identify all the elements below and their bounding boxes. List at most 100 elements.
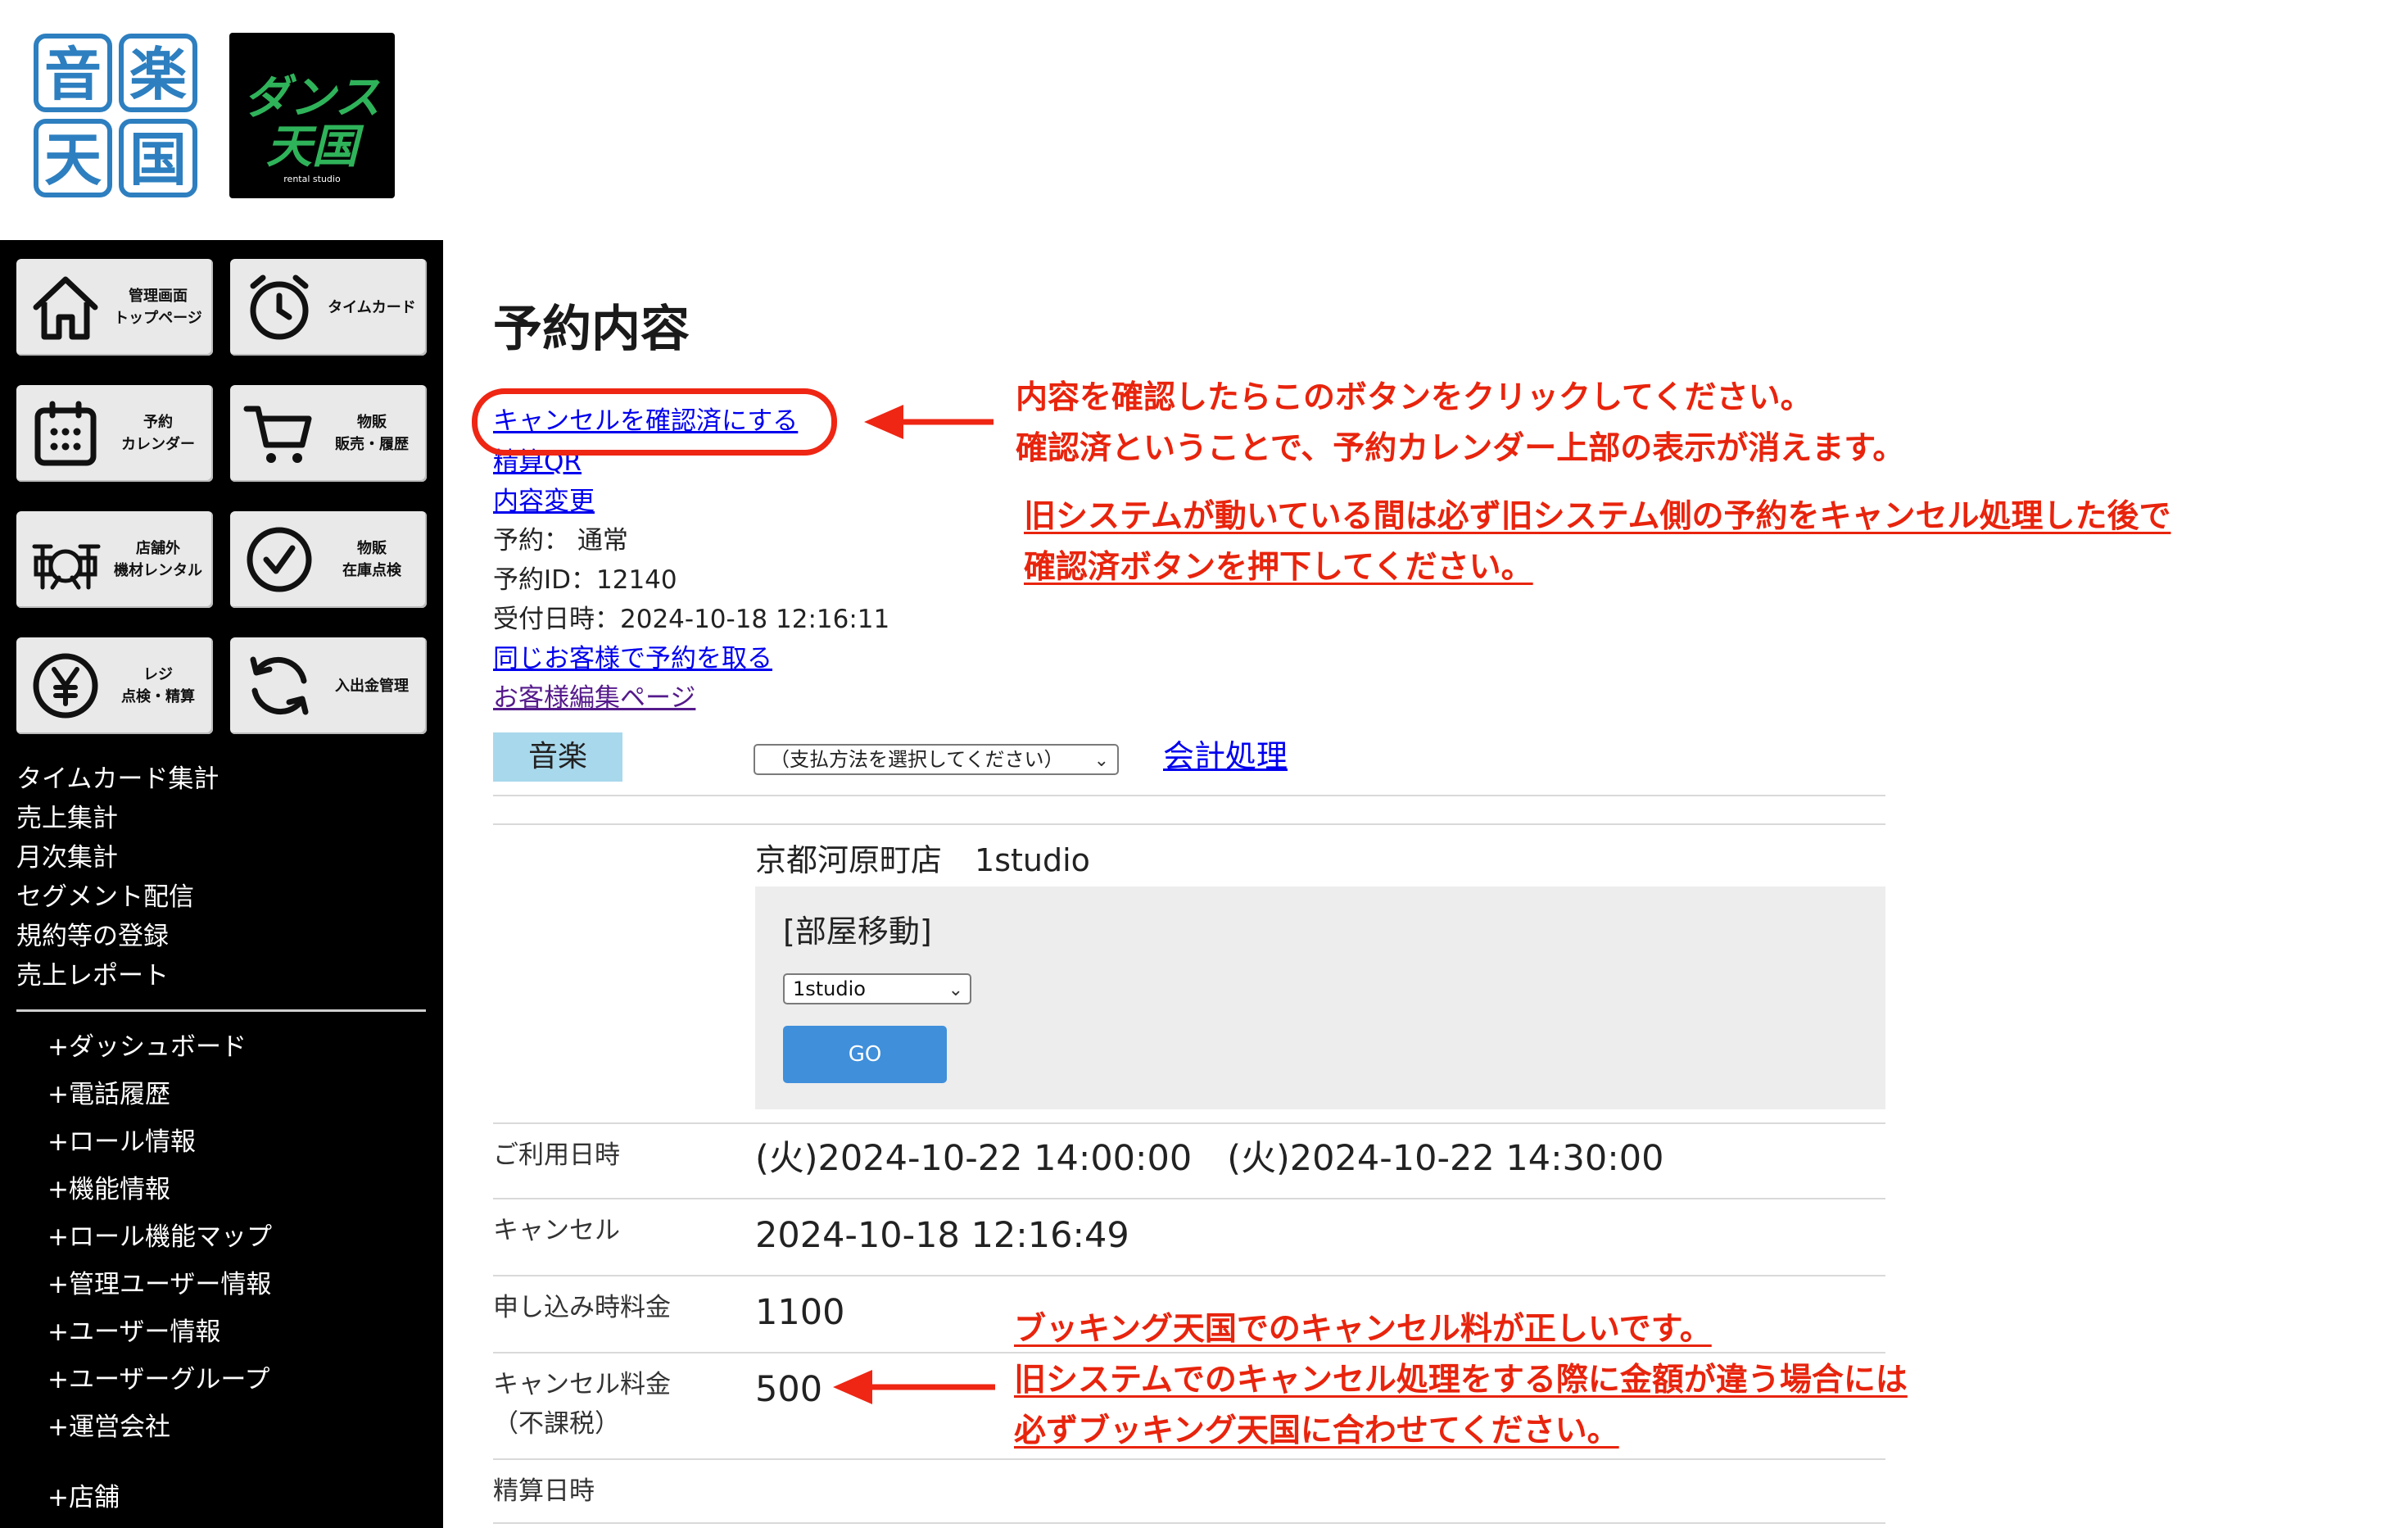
- tile-label: 予約 カレンダー: [121, 414, 195, 453]
- room-select[interactable]: 1studio ⌄: [783, 973, 971, 1004]
- sidebar-item-dashboard[interactable]: +ダッシュボード: [48, 1023, 247, 1071]
- arrow-left-icon: [864, 405, 994, 439]
- check-circle-icon: [247, 527, 312, 592]
- studio-name: 1studio: [975, 842, 1090, 878]
- logo-char: 音: [44, 41, 102, 108]
- divider: [493, 1458, 1885, 1460]
- divider: [493, 1522, 1885, 1524]
- settlement-datetime-label: 精算日時: [493, 1476, 595, 1506]
- tile-label: 店舗外 機材レンタル: [114, 540, 202, 579]
- cancel-fee-tax-note: （不課税）: [493, 1409, 620, 1439]
- highlight-ring: [472, 388, 837, 456]
- reservation-type: 予約： 通常: [493, 526, 628, 555]
- sidebar-tile-register[interactable]: レジ 点検・精算: [16, 637, 213, 734]
- accounting-link[interactable]: 会計処理: [1163, 736, 1288, 777]
- sidebar-tile-reservation-calendar[interactable]: 予約 カレンダー: [16, 385, 213, 482]
- store-studio-line: 京都河原町店 1studio: [755, 840, 1090, 881]
- tile-label: 物販 販売・履歴: [335, 414, 409, 453]
- sidebar-link-terms-registration[interactable]: 規約等の登録: [16, 917, 169, 956]
- sidebar-link-segment-delivery[interactable]: セグメント配信: [16, 877, 194, 917]
- sidebar-tile-timecard[interactable]: タイムカード: [230, 259, 427, 356]
- sidebar-item-user-group[interactable]: +ユーザーグループ: [48, 1356, 270, 1403]
- logo-char: 天: [44, 126, 102, 193]
- sidebar-item-admin-user-info[interactable]: +管理ユーザー情報: [48, 1261, 271, 1308]
- annotation-line: 確認済ボタンを押下してください。: [1024, 549, 1533, 586]
- sidebar-item-user-info[interactable]: +ユーザー情報: [48, 1308, 220, 1356]
- sidebar-item-function-info[interactable]: +機能情報: [48, 1166, 170, 1213]
- room-select-value: 1studio: [793, 977, 866, 1000]
- reservation-id: 予約ID：12140: [493, 565, 677, 595]
- annotation-line: ブッキング天国でのキャンセル料が正しいです。: [1014, 1311, 1712, 1348]
- logo-char: 国: [129, 126, 187, 193]
- sidebar-tile-stock-check[interactable]: 物販 在庫点検: [230, 511, 427, 608]
- logo-tagline: rental studio: [283, 174, 341, 184]
- sidebar-link-sales-report[interactable]: 売上レポート: [16, 956, 169, 995]
- store-name: 京都河原町店: [755, 842, 943, 878]
- logo-char: 楽: [129, 41, 187, 108]
- arrow-left-icon: [833, 1370, 995, 1404]
- annotation-note-3: ブッキング天国でのキャンセル料が正しいです。 旧システムでのキャンセル処理をする…: [1014, 1304, 1908, 1457]
- go-button[interactable]: GO: [783, 1026, 947, 1083]
- yen-icon: [33, 653, 98, 719]
- same-customer-reserve-link[interactable]: 同じお客様で予約を取る: [493, 642, 772, 675]
- annotation-note-1: 内容を確認したらこのボタンをクリックしてください。 確認済ということで、予約カレ…: [1016, 373, 1904, 474]
- sidebar-item-role-function-map[interactable]: +ロール機能マップ: [48, 1213, 272, 1261]
- sidebar-link-sales-summary[interactable]: 売上集計: [16, 799, 118, 838]
- divider: [493, 795, 1885, 796]
- sidebar-item-store[interactable]: +店舗: [48, 1474, 120, 1521]
- sidebar-item-operating-company[interactable]: +運営会社: [48, 1403, 170, 1451]
- divider: [493, 1275, 1885, 1276]
- cancel-fee-label: キャンセル料金: [493, 1370, 671, 1399]
- edit-content-link[interactable]: 内容変更: [493, 485, 595, 518]
- tile-label: 管理画面 トップページ: [114, 288, 202, 327]
- calendar-icon: [34, 401, 97, 466]
- customer-edit-link[interactable]: お客様編集ページ: [493, 682, 695, 714]
- sidebar-divider: [16, 1009, 426, 1012]
- page-title: 予約内容: [493, 301, 690, 358]
- annotation-line: 内容を確認したらこのボタンをクリックしてください。: [1016, 379, 1813, 416]
- clock-icon: [250, 274, 309, 340]
- usage-datetime-label: ご利用日時: [493, 1140, 620, 1170]
- usage-datetime-value: (火)2024-10-22 14:00:00 (火)2024-10-22 14:…: [755, 1138, 1664, 1179]
- annotation-note-2: 旧システムが動いている間は必ず旧システム側の予約をキャンセル処理した後で 確認済…: [1024, 492, 2171, 593]
- refresh-icon: [250, 656, 309, 715]
- sidebar-item-role-info[interactable]: +ロール情報: [48, 1118, 196, 1166]
- tile-label: 物販 在庫点検: [342, 540, 401, 579]
- cancel-value: 2024-10-18 12:16:49: [755, 1215, 1129, 1256]
- room-move-title: [部屋移動]: [783, 914, 932, 950]
- sidebar-link-monthly-summary[interactable]: 月次集計: [16, 838, 118, 877]
- room-move-panel: [部屋移動] 1studio ⌄ GO: [755, 886, 1885, 1109]
- annotation-line: 必ずブッキング天国に合わせてください。: [1014, 1412, 1619, 1449]
- sidebar-tile-admin-top[interactable]: 管理画面 トップページ: [16, 259, 213, 356]
- sidebar-item-call-history[interactable]: +電話履歴: [48, 1071, 170, 1118]
- divider: [493, 1198, 1885, 1199]
- logo-text: 天国: [266, 120, 364, 174]
- divider: [493, 823, 1885, 825]
- sidebar-tile-goods-sales[interactable]: 物販 販売・履歴: [230, 385, 427, 482]
- annotation-line: 旧システムが動いている間は必ず旧システム側の予約をキャンセル処理した後で: [1024, 498, 2171, 535]
- home-icon: [33, 276, 98, 340]
- tile-label: レジ 点検・精算: [121, 666, 195, 705]
- divider: [493, 1122, 1885, 1124]
- application-fee-label: 申し込み時料金: [493, 1293, 671, 1322]
- chevron-down-icon: ⌄: [948, 980, 963, 1000]
- received-at: 受付日時：2024-10-18 12:16:11: [493, 605, 890, 634]
- sidebar: 管理画面 トップページ タイムカード 予約 カレンダー 物販 販売・履歴 店舗外…: [0, 240, 443, 1528]
- cancel-label: キャンセル: [493, 1216, 620, 1245]
- sidebar-link-timecard-summary[interactable]: タイムカード集計: [16, 759, 219, 799]
- drums-icon: [32, 544, 101, 590]
- sidebar-tile-equipment-rental[interactable]: 店舗外 機材レンタル: [16, 511, 213, 608]
- tile-label: タイムカード: [328, 298, 416, 316]
- dance-tengoku-logo: ダンス 天国 rental studio: [229, 33, 395, 198]
- payment-method-select[interactable]: （支払方法を選択してください） ⌄: [754, 744, 1119, 775]
- chevron-down-icon: ⌄: [1093, 750, 1109, 771]
- annotation-line: 確認済ということで、予約カレンダー上部の表示が消えます。: [1016, 430, 1905, 467]
- cart-icon: [243, 406, 312, 463]
- payment-method-value: （支払方法を選択してください）: [770, 748, 1064, 771]
- annotation-line: 旧システムでのキャンセル処理をする際に金額が違う場合には: [1014, 1362, 1908, 1399]
- logo-text: ダンス: [244, 71, 381, 125]
- application-fee-value: 1100: [755, 1292, 845, 1333]
- category-badge: 音楽: [493, 732, 622, 782]
- cancel-fee-value: 500: [755, 1369, 823, 1410]
- sidebar-tile-cash-management[interactable]: 入出金管理: [230, 637, 427, 734]
